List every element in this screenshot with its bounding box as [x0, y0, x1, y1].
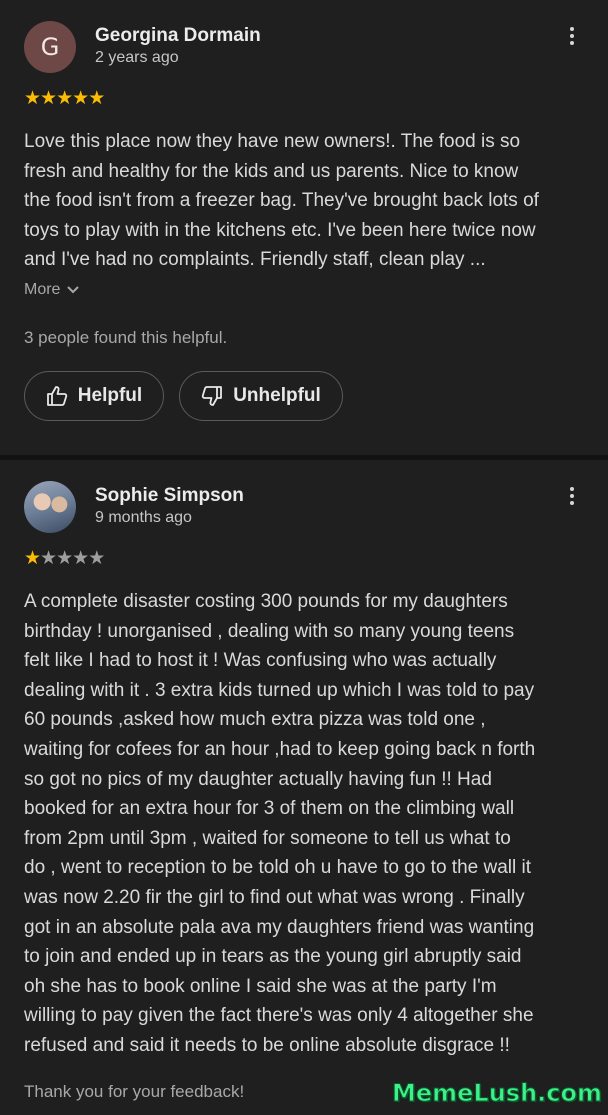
- star-filled-icon: ★: [56, 88, 73, 109]
- star-filled-icon: ★: [24, 548, 41, 569]
- more-label: More: [24, 281, 61, 298]
- review-text: Love this place now they have new owners…: [24, 131, 539, 271]
- helpful-count: 3 people found this helpful.: [24, 328, 228, 347]
- avatar[interactable]: G: [24, 21, 76, 73]
- review-text: A complete disaster costing 300 pounds f…: [24, 591, 536, 1056]
- star-rating: ★★★★★: [24, 88, 105, 110]
- reviewer-name[interactable]: Sophie Simpson: [95, 485, 244, 507]
- more-options-icon[interactable]: [562, 487, 582, 505]
- helpful-button[interactable]: Helpful: [24, 371, 164, 421]
- review-header: Sophie Simpson 9 months ago: [24, 481, 244, 533]
- thumbs-up-icon: [46, 386, 67, 406]
- star-empty-icon: ★: [40, 548, 57, 569]
- review-header: G Georgina Dormain 2 years ago: [24, 21, 261, 73]
- owner-response-preview: Thank you for your feedback!: [24, 1082, 245, 1101]
- avatar[interactable]: [24, 481, 76, 533]
- thumbs-down-icon: [201, 386, 223, 406]
- star-rating: ★★★★★: [24, 548, 105, 570]
- review-card: G Georgina Dormain 2 years ago ★★★★★ Lov…: [0, 0, 608, 455]
- star-empty-icon: ★: [72, 548, 89, 569]
- unhelpful-label: Unhelpful: [233, 385, 321, 406]
- chevron-down-icon: [67, 286, 80, 294]
- star-filled-icon: ★: [40, 88, 57, 109]
- more-button[interactable]: More: [24, 281, 80, 299]
- star-empty-icon: ★: [56, 548, 73, 569]
- star-filled-icon: ★: [88, 88, 105, 109]
- unhelpful-button[interactable]: Unhelpful: [179, 371, 343, 421]
- review-time: 2 years ago: [95, 49, 179, 66]
- review-card: Sophie Simpson 9 months ago ★★★★★ A comp…: [0, 460, 608, 1115]
- star-filled-icon: ★: [72, 88, 89, 109]
- reviewer-info: Sophie Simpson 9 months ago: [95, 485, 244, 529]
- review-time: 9 months ago: [95, 509, 192, 526]
- star-empty-icon: ★: [88, 548, 105, 569]
- more-options-icon[interactable]: [562, 27, 582, 45]
- reviewer-info: Georgina Dormain 2 years ago: [95, 25, 261, 69]
- watermark: MemeLush.com: [391, 1079, 602, 1108]
- helpful-label: Helpful: [77, 385, 143, 406]
- reviewer-name[interactable]: Georgina Dormain: [95, 25, 261, 47]
- star-filled-icon: ★: [24, 88, 41, 109]
